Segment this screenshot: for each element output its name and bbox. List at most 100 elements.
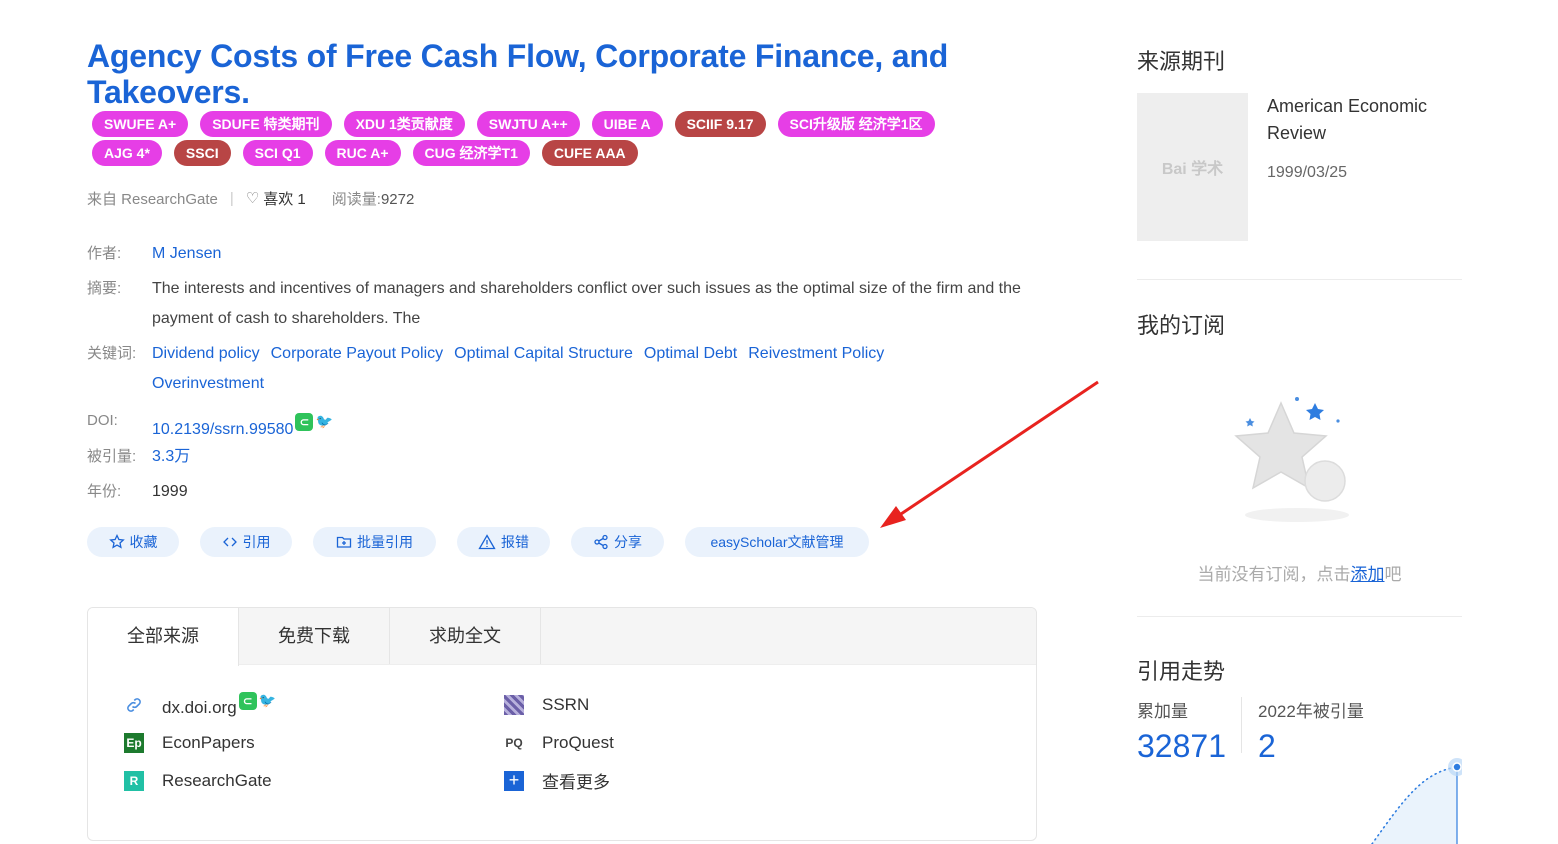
econpapers-logo-icon: Ep: [124, 732, 144, 753]
easyscholar-button[interactable]: easyScholar文献管理: [685, 527, 869, 557]
sources-tabs: 全部来源 免费下载 求助全文: [88, 608, 1036, 666]
keyword-link[interactable]: Reivestment Policy: [748, 339, 884, 369]
source-researchgate[interactable]: R ResearchGate: [124, 769, 504, 792]
meta-divider: |: [229, 189, 234, 207]
source-more[interactable]: + 查看更多: [504, 769, 884, 792]
cumulative-value: 32871: [1137, 728, 1226, 764]
ssrn-logo-icon: [504, 694, 524, 715]
open-access-icon[interactable]: ⊂: [295, 413, 314, 431]
year-field: 年份: 1999: [87, 477, 188, 507]
ranking-tag[interactable]: RUC A+: [324, 140, 401, 166]
source-ssrn-label: SSRN: [542, 694, 590, 714]
citation-trend-chart: [1371, 758, 1462, 844]
source-proquest-label: ProQuest: [542, 732, 614, 752]
keyword-link[interactable]: Dividend policy: [152, 339, 260, 369]
journal-name[interactable]: American Economic Review: [1267, 93, 1457, 147]
article-title[interactable]: Agency Costs of Free Cash Flow, Corporat…: [87, 38, 1047, 110]
stat-divider: [1241, 697, 1242, 753]
sidebar-divider: [1137, 616, 1462, 617]
article-meta: 来自 ResearchGate | ♡ 喜欢 1 阅读量:9272: [87, 187, 414, 209]
link-icon: [124, 695, 144, 715]
tab-request-fulltext[interactable]: 求助全文: [390, 608, 541, 664]
star-icon: [108, 534, 125, 549]
keywords-label: 关键词:: [87, 345, 137, 362]
source-econpapers[interactable]: Ep EconPapers: [124, 731, 504, 754]
empty-suffix: 吧: [1384, 565, 1402, 584]
researchgate-logo-icon: R: [124, 770, 144, 791]
journal-cover[interactable]: Bai 学术: [1137, 93, 1248, 241]
add-subscription-link[interactable]: 添加: [1351, 565, 1385, 584]
batch-cite-button[interactable]: 批量引用: [313, 527, 436, 557]
journal-heading: 来源期刊: [1137, 49, 1226, 74]
ranking-tag[interactable]: SCIIF 9.17: [674, 111, 766, 137]
source-more-label: 查看更多: [542, 773, 610, 792]
sidebar-divider: [1137, 279, 1462, 280]
open-access-icon[interactable]: ⊂: [238, 691, 257, 710]
year-cited-value: 2: [1258, 728, 1276, 764]
source-doi[interactable]: dx.doi.org ⊂ 🐦: [124, 691, 504, 717]
sources-panel: 全部来源 免费下载 求助全文 dx.doi.org ⊂ 🐦 SSRN Ep Econ…: [87, 607, 1037, 841]
source-proquest[interactable]: PQ ProQuest: [504, 731, 884, 754]
cited-link[interactable]: 3.3万: [152, 442, 190, 472]
ranking-tag[interactable]: UIBE A: [591, 111, 663, 137]
share-label: 分享: [614, 534, 642, 550]
cited-field: 被引量: 3.3万: [87, 442, 190, 472]
year-label: 年份:: [87, 483, 122, 500]
views-label: 阅读量:: [331, 190, 381, 208]
favorite-button[interactable]: 收藏: [87, 527, 179, 557]
ranking-tag[interactable]: CUG 经济学T1: [412, 140, 530, 166]
keyword-link[interactable]: Overinvestment: [152, 369, 264, 399]
journal-date: 1999/03/25: [1267, 164, 1348, 181]
keyword-link[interactable]: Optimal Capital Structure: [454, 339, 633, 369]
ranking-tag[interactable]: SWJTU A++: [476, 111, 580, 137]
cite-button[interactable]: 引用: [200, 527, 292, 557]
doi-field: DOI: 10.2139/ssrn.99580 ⊂ 🐦: [87, 406, 333, 445]
cumulative-stat: 累加量 32871: [1137, 697, 1226, 765]
ranking-tag[interactable]: SDUFE 特类期刊: [200, 111, 332, 137]
ranking-tag[interactable]: SSCI: [173, 140, 231, 166]
tab-all-sources[interactable]: 全部来源: [88, 608, 239, 666]
warning-icon: [478, 534, 496, 550]
source-doi-label: dx.doi.org: [162, 697, 237, 717]
article-header: Agency Costs of Free Cash Flow, Corporat…: [87, 38, 1047, 110]
keyword-link[interactable]: Corporate Payout Policy: [271, 339, 444, 369]
journal-cover-text: Bai 学术: [1161, 161, 1224, 178]
ranking-tag[interactable]: AJG 4*: [92, 140, 162, 166]
views-count: 阅读量:9272: [332, 188, 415, 209]
source-text: 来自 ResearchGate: [87, 190, 218, 208]
source-researchgate-label: ResearchGate: [162, 770, 272, 790]
action-bar: 收藏 引用 批量引用 报错 分享 easyScholar文献管理: [87, 527, 869, 557]
source-ssrn[interactable]: SSRN: [504, 693, 884, 716]
report-error-label: 报错: [501, 534, 529, 550]
bird-icon[interactable]: 🐦: [315, 406, 332, 436]
subscribe-heading: 我的订阅: [1137, 313, 1226, 338]
heart-icon: ♡: [245, 190, 260, 207]
empty-star-illustration: [1234, 397, 1349, 522]
report-error-button[interactable]: 报错: [457, 527, 550, 557]
ranking-tag[interactable]: XDU 1类贡献度: [343, 111, 465, 137]
like-label: 喜欢 1: [263, 190, 306, 208]
author-link[interactable]: M Jensen: [152, 239, 221, 269]
plus-icon: +: [504, 770, 524, 791]
tab-free-download[interactable]: 免费下载: [239, 608, 390, 664]
like-button[interactable]: ♡ 喜欢 1: [246, 188, 306, 209]
cumulative-label: 累加量: [1137, 702, 1188, 721]
source-econpapers-label: EconPapers: [162, 732, 255, 752]
ranking-tag[interactable]: CUFE AAA: [541, 140, 638, 166]
ranking-tag[interactable]: SCI Q1: [242, 140, 313, 166]
batch-cite-label: 批量引用: [357, 534, 413, 550]
bird-icon[interactable]: 🐦: [259, 692, 276, 709]
ranking-tags: SWUFE A+ SDUFE 特类期刊 XDU 1类贡献度 SWJTU A++ UIBE…: [92, 111, 1022, 169]
tags-row-2: AJG 4* SSCI SCI Q1 RUC A+ CUG 经济学T1 CUFE AAA: [92, 140, 1022, 166]
proquest-logo-icon: PQ: [505, 735, 523, 750]
ranking-tag[interactable]: SCI升级版 经济学1区: [777, 111, 935, 137]
share-button[interactable]: 分享: [571, 527, 664, 557]
doi-label: DOI:: [87, 412, 118, 429]
folder-plus-icon: [336, 536, 352, 548]
views-value: 9272: [380, 190, 415, 208]
ranking-tag[interactable]: SWUFE A+: [92, 111, 189, 137]
keyword-link[interactable]: Optimal Debt: [644, 339, 737, 369]
code-icon: [222, 537, 237, 547]
doi-link[interactable]: 10.2139/ssrn.99580: [152, 421, 293, 438]
source-list: dx.doi.org ⊂ 🐦 SSRN Ep EconPapers PQ ProQu…: [124, 691, 984, 792]
